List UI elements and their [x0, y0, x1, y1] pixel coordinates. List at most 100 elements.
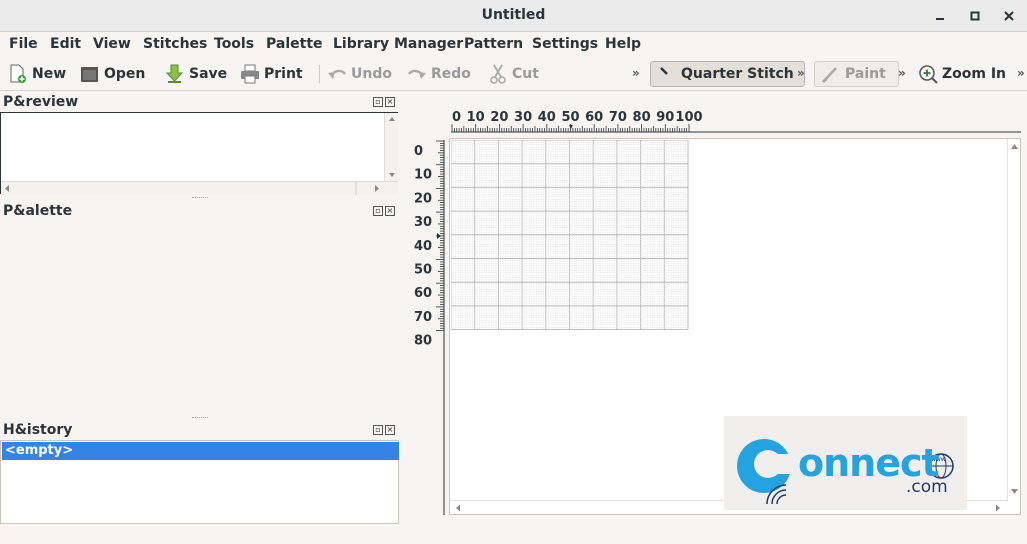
preview-horizontal-scrollbar[interactable] — [1, 181, 398, 195]
ruler-label: 100 — [675, 110, 702, 125]
undo-icon — [328, 69, 347, 79]
toolbar-overflow-1[interactable]: » — [632, 66, 640, 80]
main-toolbar: New Open Save Print Undo Redo Cut » Quar… — [0, 57, 1027, 91]
scroll-arrows-icon — [5, 182, 379, 195]
save-button[interactable]: Save — [165, 61, 227, 87]
undo-button[interactable]: Undo — [327, 61, 392, 87]
menu-settings[interactable]: Settings — [532, 36, 598, 52]
ruler-label: 50 — [414, 263, 432, 278]
new-label: New — [32, 66, 67, 82]
ruler-label: 70 — [414, 310, 432, 325]
paint-label: Paint — [845, 66, 886, 82]
preview-dock-controls: ▫ × — [373, 97, 395, 107]
menu-view[interactable]: View — [93, 36, 131, 52]
scissors-icon — [490, 64, 506, 84]
palette-dock-controls: ▫ × — [373, 206, 395, 216]
history-item-empty[interactable]: <empty> — [2, 442, 399, 460]
zoom-in-button[interactable]: Zoom In — [918, 61, 1006, 87]
ruler-label: 70 — [609, 110, 627, 125]
horizontal-ruler: 0 10 20 30 40 50 60 70 80 90 100 — [451, 110, 1021, 133]
ruler-label: 40 — [538, 110, 556, 125]
menu-help[interactable]: Help — [605, 36, 641, 52]
maximize-icon — [970, 11, 980, 21]
cut-button[interactable]: Cut — [488, 61, 539, 87]
preview-dock-title: P&review — [3, 94, 79, 110]
zoom-in-label: Zoom In — [942, 66, 1007, 82]
history-dock-controls: ▫ × — [373, 425, 395, 435]
open-folder-icon — [81, 67, 98, 82]
quarter-stitch-label: Quarter Stitch — [681, 66, 794, 82]
undo-label: Undo — [351, 66, 392, 82]
menu-bar: File Edit View Stitches Tools Palette Li… — [0, 32, 1027, 57]
menu-library-manager[interactable]: Library Manager — [333, 36, 463, 52]
toolbar-overflow-4[interactable]: » — [1017, 66, 1025, 80]
ruler-label: 50 — [561, 110, 579, 125]
ruler-label: 60 — [585, 110, 603, 125]
save-download-icon — [165, 64, 184, 83]
toolbar-overflow-2[interactable]: » — [797, 66, 805, 80]
scroll-arrows-icon — [389, 117, 395, 177]
toolbar-separator — [319, 65, 320, 83]
menu-palette[interactable]: Palette — [266, 36, 323, 52]
zoom-in-icon — [919, 65, 938, 84]
minimize-icon — [936, 18, 944, 20]
menu-file[interactable]: File — [9, 36, 38, 52]
ruler-label: 80 — [414, 334, 432, 349]
dock-resize-grip[interactable] — [192, 417, 208, 419]
redo-icon — [407, 69, 426, 79]
pattern-grid[interactable] — [451, 140, 691, 330]
preview-close-button[interactable]: × — [385, 97, 395, 107]
window-title: Untitled — [481, 7, 546, 23]
title-bar: Untitled — [0, 0, 1027, 32]
ruler-label: 20 — [490, 110, 508, 125]
redo-button[interactable]: Redo — [407, 61, 471, 87]
history-dock-title: H&istory — [3, 422, 73, 438]
history-close-button[interactable]: × — [385, 425, 395, 435]
ruler-label: 0 — [414, 144, 423, 159]
printer-icon — [241, 64, 259, 84]
close-icon — [1004, 11, 1014, 21]
minimize-button[interactable] — [928, 4, 952, 28]
quarter-stitch-icon — [660, 67, 668, 75]
ruler-label: 30 — [414, 215, 432, 230]
ruler-cursor-marker — [569, 125, 573, 129]
paint-button[interactable]: Paint — [814, 61, 899, 87]
history-float-button[interactable]: ▫ — [373, 425, 383, 435]
menu-tools[interactable]: Tools — [214, 36, 254, 52]
editor-vertical-scrollbar[interactable] — [1007, 139, 1020, 501]
ruler-label: 30 — [514, 110, 532, 125]
print-button[interactable]: Print — [240, 61, 303, 87]
ruler-label: 10 — [467, 110, 485, 125]
menu-edit[interactable]: Edit — [50, 36, 81, 52]
menu-stitches[interactable]: Stitches — [143, 36, 207, 52]
open-label: Open — [104, 66, 146, 82]
dock-resize-grip[interactable] — [192, 197, 208, 199]
palette-float-button[interactable]: ▫ — [373, 206, 383, 216]
new-button[interactable]: New — [8, 61, 66, 87]
menu-pattern[interactable]: Pattern — [464, 36, 523, 52]
cut-label: Cut — [512, 66, 539, 82]
ruler-label: 10 — [414, 168, 432, 183]
palette-close-button[interactable]: × — [385, 206, 395, 216]
print-label: Print — [264, 66, 303, 82]
palette-dock-title: P&alette — [3, 203, 73, 219]
close-window-button[interactable] — [997, 4, 1021, 28]
paint-brush-icon — [821, 67, 837, 84]
ruler-label: 90 — [656, 110, 674, 125]
watermark-domain: .com — [906, 477, 948, 497]
scroll-arrows-icon — [1011, 144, 1018, 494]
preview-vertical-scrollbar[interactable] — [384, 113, 398, 181]
redo-label: Redo — [431, 66, 471, 82]
ruler-label: 80 — [633, 110, 651, 125]
preview-float-button[interactable]: ▫ — [373, 97, 383, 107]
toolbar-overflow-3[interactable]: » — [898, 66, 906, 80]
history-list[interactable]: <empty> — [0, 440, 399, 524]
ruler-label: 60 — [414, 286, 432, 301]
new-document-icon — [10, 64, 26, 83]
quarter-stitch-button[interactable]: Quarter Stitch — [650, 61, 805, 87]
status-bar — [0, 524, 1027, 544]
open-button[interactable]: Open — [80, 61, 145, 87]
maximize-button[interactable] — [963, 4, 987, 28]
save-label: Save — [189, 66, 228, 82]
vertical-ruler: 0 10 20 30 40 50 60 70 80 — [414, 140, 445, 515]
